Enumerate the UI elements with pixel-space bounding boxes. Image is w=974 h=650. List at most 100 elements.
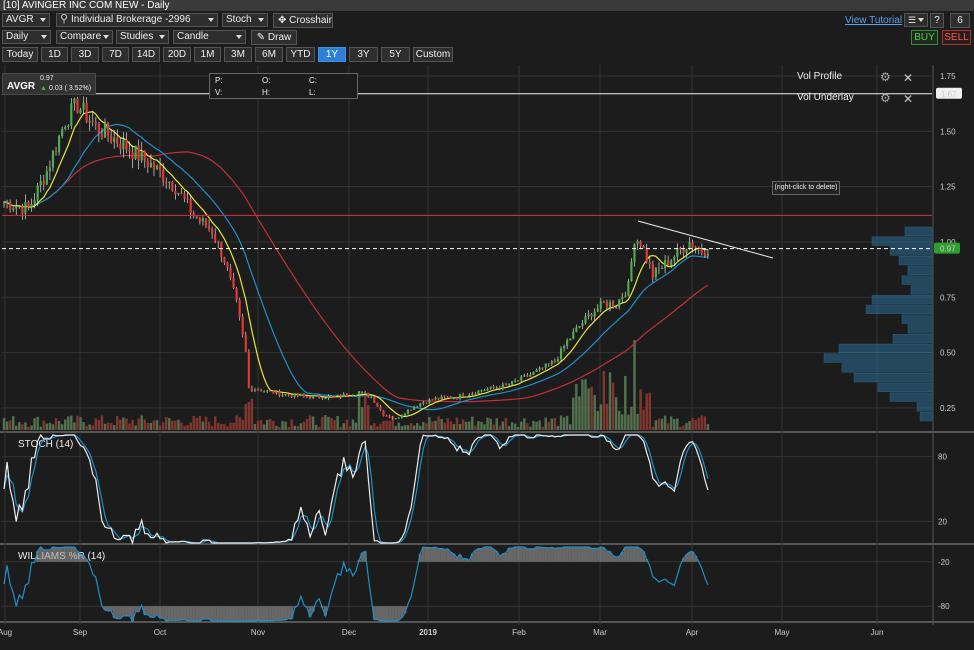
buy-button[interactable]: BUY — [911, 30, 938, 45]
williams-overbought-fill — [78, 554, 83, 562]
ohlc-l: L: — [309, 88, 316, 97]
candle-body — [162, 170, 165, 182]
crosshair-button[interactable]: ✥ Crosshair — [273, 13, 333, 28]
menu-dropdown[interactable]: ☰ — [904, 13, 928, 27]
range-button-ytd[interactable]: YTD — [286, 47, 315, 62]
volume-bar — [143, 419, 147, 430]
range-button-3y[interactable]: 3Y — [349, 47, 378, 62]
range-button-1y[interactable]: 1Y — [318, 47, 346, 62]
price-chart[interactable]: 1.751.501.251.000.750.500.251.670.97STOC… — [0, 65, 974, 650]
volume-bar — [180, 422, 183, 430]
volume-bar — [116, 415, 119, 430]
williams-overbought-fill — [565, 547, 569, 562]
williams-oversold-fill — [256, 606, 260, 621]
range-button-20d[interactable]: 20D — [163, 47, 191, 62]
candle-body — [636, 241, 639, 244]
compare-dropdown[interactable]: Compare — [56, 30, 113, 44]
candle-body — [82, 102, 85, 110]
studies-dropdown[interactable]: Studies — [116, 30, 169, 44]
candle-body — [186, 198, 189, 200]
volume-bar — [88, 424, 91, 430]
chart-area[interactable]: 1.75 1.50 1.25 1.00 0.75 0.50 0.25 1.67 0.97 STOC… — [0, 65, 974, 650]
candle-body — [2, 202, 6, 204]
williams-oversold-fill — [219, 606, 223, 621]
candle-body — [703, 252, 706, 256]
candle-body — [373, 396, 376, 403]
volume-bar — [290, 419, 293, 430]
volume-bar — [5, 421, 9, 430]
williams-overbought-fill — [516, 547, 520, 562]
range-button-1d[interactable]: 1D — [41, 47, 68, 62]
volume-bar — [513, 423, 517, 430]
help-button[interactable]: ? — [930, 13, 944, 28]
williams-overbought-fill — [525, 548, 529, 562]
vol-profile-gear-icon[interactable]: ⚙ — [880, 71, 892, 83]
volume-bar — [682, 425, 685, 430]
account-value: Individual Brokerage -2996 — [71, 14, 191, 25]
interval-dropdown[interactable]: Daily — [2, 30, 51, 44]
range-button-today[interactable]: Today — [2, 47, 38, 62]
range-button-6m[interactable]: 6M — [255, 47, 283, 62]
candle-body — [235, 288, 238, 300]
volume-bar — [262, 424, 266, 430]
candle-body — [207, 226, 211, 230]
range-button-custom[interactable]: Custom — [413, 47, 453, 62]
volume-bar — [575, 383, 578, 430]
volume-bar — [562, 417, 566, 430]
volume-bar — [657, 418, 661, 430]
candle-body — [103, 123, 107, 138]
volume-bar — [189, 422, 192, 430]
symbol-dropdown[interactable]: AVGR — [2, 13, 50, 27]
range-button-5y[interactable]: 5Y — [381, 47, 410, 62]
volume-bar — [596, 410, 599, 430]
range-button-14d[interactable]: 14D — [132, 47, 160, 62]
candle-body — [596, 308, 599, 312]
vol-underlay-gear-icon[interactable]: ⚙ — [880, 92, 892, 104]
range-button-7d[interactable]: 7D — [102, 47, 129, 62]
candle-body — [61, 129, 64, 137]
volume-bar — [229, 422, 232, 430]
candle-body — [556, 359, 560, 362]
quote-box: 0.97 AVGR ▲ 0.03 ( 3.52%) — [2, 73, 96, 95]
candle-body — [198, 218, 201, 222]
chevron-down-icon — [236, 35, 242, 39]
volume-bar — [706, 424, 710, 430]
williams-oversold-fill — [277, 606, 281, 621]
williams-overbought-fill — [54, 547, 58, 562]
volume-bar — [461, 419, 465, 430]
vol-profile-close-icon[interactable]: ✕ — [903, 72, 915, 84]
page-number[interactable]: 6 — [950, 13, 970, 28]
volume-profile-bar — [889, 392, 933, 402]
range-button-1m[interactable]: 1M — [194, 47, 221, 62]
williams-oversold-fill — [397, 606, 401, 621]
volume-bar — [293, 425, 296, 430]
account-dropdown[interactable]: ⚲ Individual Brokerage -2996 — [56, 13, 218, 27]
volume-bar — [397, 422, 401, 430]
volume-bar — [703, 416, 707, 430]
candle-body — [664, 260, 667, 269]
volume-bar — [122, 417, 125, 430]
draw-button[interactable]: ✎ Draw — [251, 30, 297, 45]
vol-underlay-close-icon[interactable]: ✕ — [903, 93, 915, 105]
volume-bar — [697, 417, 700, 430]
volume-bar — [617, 410, 621, 430]
volume-bar — [8, 420, 12, 430]
candle-body — [520, 376, 523, 381]
range-button-3d[interactable]: 3D — [71, 47, 99, 62]
williams-oversold-fill — [207, 606, 211, 620]
sell-button[interactable]: SELL — [942, 30, 971, 45]
volume-bar — [483, 424, 486, 430]
candle-body — [45, 171, 48, 185]
indicator-dropdown[interactable]: Stoch — [222, 13, 268, 27]
candle-body — [79, 109, 82, 113]
candle-body — [523, 375, 526, 377]
volume-bar — [21, 424, 24, 430]
volume-bar — [556, 425, 560, 430]
chart-type-dropdown[interactable]: Candle — [173, 30, 246, 44]
ohlc-c: C: — [309, 76, 317, 85]
williams-overbought-fill — [427, 547, 431, 562]
candle-body — [293, 393, 296, 397]
range-button-3m[interactable]: 3M — [224, 47, 252, 62]
view-tutorial-link[interactable]: View Tutorial — [845, 15, 902, 26]
candle-body — [315, 395, 318, 397]
